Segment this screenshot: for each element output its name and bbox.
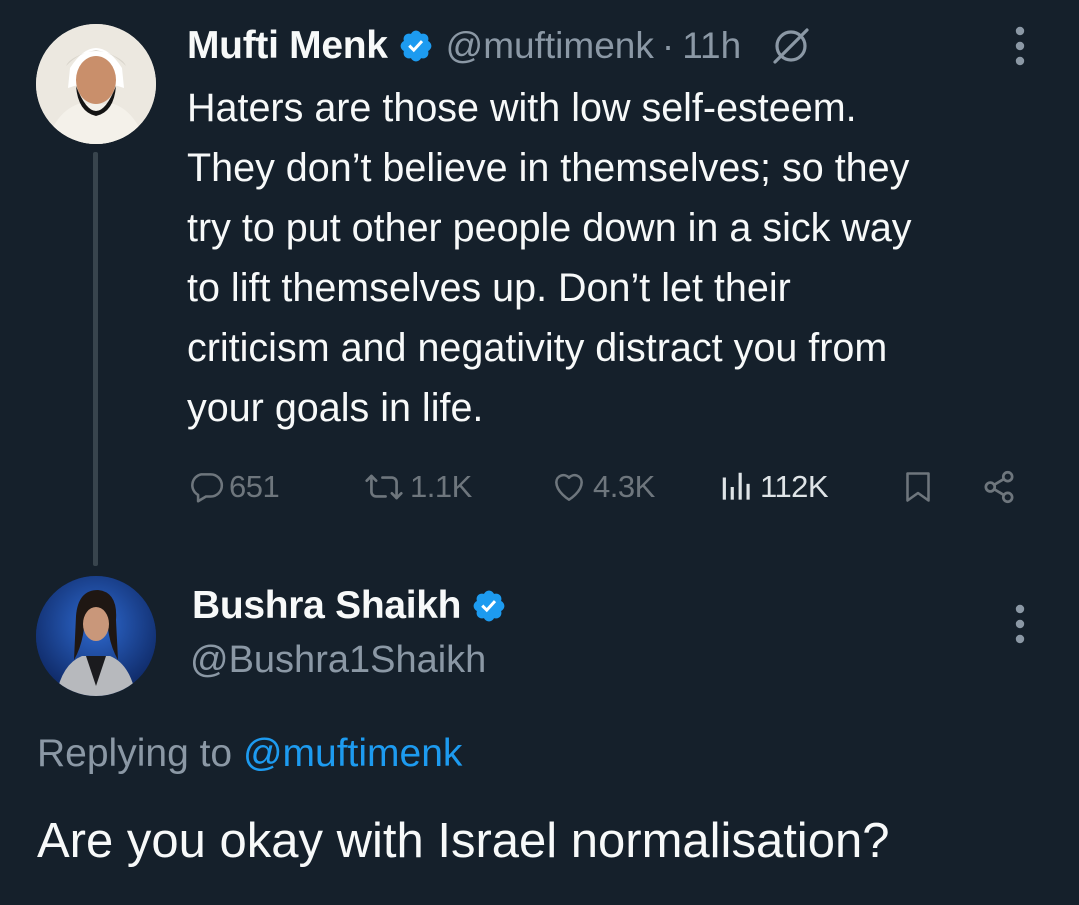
avatar-mufti-menk[interactable] — [36, 24, 156, 144]
more-vertical-icon[interactable] — [1015, 604, 1025, 644]
views-chart-icon — [718, 468, 756, 506]
reply-text: Are you okay with Israel normalisation? — [37, 814, 890, 868]
reply-author-header: Bushra Shaikh — [192, 578, 507, 634]
retweet-button[interactable]: 1.1K — [362, 462, 472, 512]
views-button[interactable]: 112K — [718, 462, 829, 512]
author-handle[interactable]: @muftimenk — [446, 25, 654, 67]
share-button[interactable] — [979, 462, 1019, 512]
bookmark-icon — [900, 468, 936, 506]
grok-icon[interactable] — [769, 24, 813, 68]
replying-to-line: Replying to @muftimenk — [37, 726, 462, 782]
reply-count: 651 — [229, 469, 280, 504]
retweet-count: 1.1K — [410, 469, 472, 504]
reply-icon — [187, 468, 225, 506]
tweet-header: Mufti Menk @muftimenk · 11h — [187, 18, 813, 74]
replying-to-mention-link[interactable]: @muftimenk — [243, 732, 462, 775]
avatar-bushra-shaikh[interactable] — [36, 576, 156, 696]
retweet-icon — [362, 468, 406, 506]
tweet-text: Haters are those with low self-esteem. T… — [187, 86, 912, 430]
timestamp[interactable]: 11h — [682, 25, 741, 67]
author-name[interactable]: Mufti Menk — [187, 24, 388, 68]
bookmark-button[interactable] — [900, 462, 936, 512]
views-count: 112K — [760, 469, 829, 504]
more-vertical-icon[interactable] — [1015, 26, 1025, 66]
share-icon — [979, 468, 1019, 506]
separator-dot: · — [661, 25, 675, 66]
reply-author-handle[interactable]: @Bushra1Shaikh — [190, 632, 486, 688]
reply-author-name[interactable]: Bushra Shaikh — [192, 584, 461, 628]
reply-button[interactable]: 651 — [187, 462, 280, 512]
like-button[interactable]: 4.3K — [549, 462, 655, 512]
verified-badge-icon — [471, 588, 507, 624]
thread-line — [93, 152, 98, 566]
heart-icon — [549, 468, 589, 506]
tweet-actions: 651 1.1K 4.3K 112K — [187, 462, 1037, 512]
like-count: 4.3K — [593, 469, 655, 504]
verified-badge-icon — [398, 28, 434, 64]
replying-to-prefix: Replying to — [37, 732, 243, 775]
